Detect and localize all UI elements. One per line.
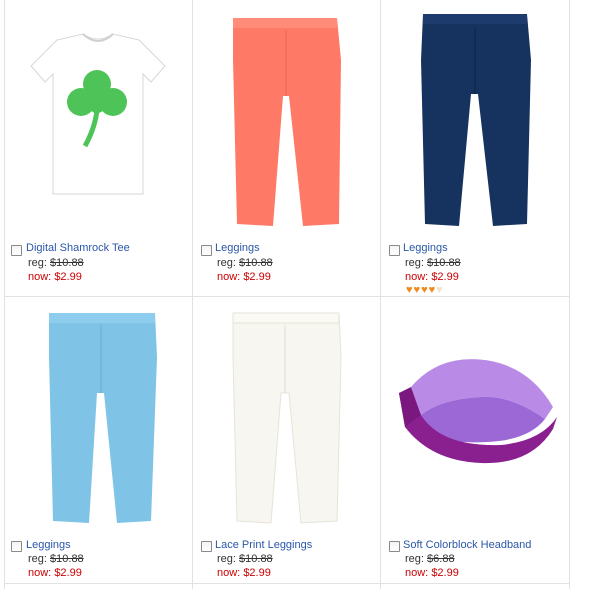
product-image-leggings[interactable] bbox=[5, 297, 192, 532]
sale-price: now: $2.99 bbox=[405, 567, 459, 579]
compare-checkbox[interactable] bbox=[11, 245, 22, 256]
compare-checkbox[interactable] bbox=[201, 541, 212, 552]
heart-icon: ♥ bbox=[406, 284, 414, 296]
rating-stars: ♥♥♥♥♥ bbox=[406, 285, 444, 296]
product-image-shamrock-tee[interactable] bbox=[5, 0, 192, 235]
product-name-link[interactable]: Leggings bbox=[403, 242, 448, 254]
sale-price: now: $2.99 bbox=[217, 567, 271, 579]
heart-icon: ♥ bbox=[436, 284, 444, 296]
product-card: Leggings reg: $10.88 now: $2.99 ♥♥♥♥♥ bbox=[381, 0, 568, 296]
product-name-link[interactable]: Soft Colorblock Headband bbox=[403, 539, 531, 551]
product-card: Digital Shamrock Tee reg: $10.88 now: $2… bbox=[5, 0, 192, 296]
regular-price: reg: $6.88 bbox=[405, 553, 455, 565]
sale-price: now: $2.99 bbox=[28, 271, 82, 283]
sale-price: now: $2.99 bbox=[405, 271, 459, 283]
product-image-headband[interactable] bbox=[381, 297, 568, 532]
product-card: Leggings reg: $10.88 now: $2.99 bbox=[193, 0, 380, 296]
product-grid: Digital Shamrock Tee reg: $10.88 now: $2… bbox=[4, 0, 570, 589]
compare-checkbox[interactable] bbox=[201, 245, 212, 256]
product-card: Lace Print Leggings reg: $10.88 now: $2.… bbox=[193, 297, 380, 593]
product-name-link[interactable]: Lace Print Leggings bbox=[215, 539, 312, 551]
heart-icon: ♥ bbox=[421, 284, 429, 296]
product-image-leggings[interactable] bbox=[193, 0, 380, 235]
sale-price: now: $2.99 bbox=[28, 567, 82, 579]
product-card: Leggings reg: $10.88 now: $2.99 bbox=[5, 297, 192, 593]
heart-icon: ♥ bbox=[428, 284, 437, 296]
compare-checkbox[interactable] bbox=[11, 541, 22, 552]
regular-price: reg: $10.88 bbox=[28, 553, 84, 565]
heart-icon: ♥ bbox=[413, 284, 422, 296]
product-card: Soft Colorblock Headband reg: $6.88 now:… bbox=[381, 297, 568, 593]
product-name-link[interactable]: Leggings bbox=[26, 539, 71, 551]
compare-checkbox[interactable] bbox=[389, 541, 400, 552]
sale-price: now: $2.99 bbox=[217, 271, 271, 283]
regular-price: reg: $10.88 bbox=[405, 257, 461, 269]
product-name-link[interactable]: Leggings bbox=[215, 242, 260, 254]
regular-price: reg: $10.88 bbox=[217, 257, 273, 269]
product-name-link[interactable]: Digital Shamrock Tee bbox=[26, 242, 130, 254]
product-image-leggings[interactable] bbox=[381, 0, 568, 235]
regular-price: reg: $10.88 bbox=[217, 553, 273, 565]
regular-price: reg: $10.88 bbox=[28, 257, 84, 269]
compare-checkbox[interactable] bbox=[389, 245, 400, 256]
product-image-lace-print-leggings[interactable] bbox=[193, 297, 380, 532]
